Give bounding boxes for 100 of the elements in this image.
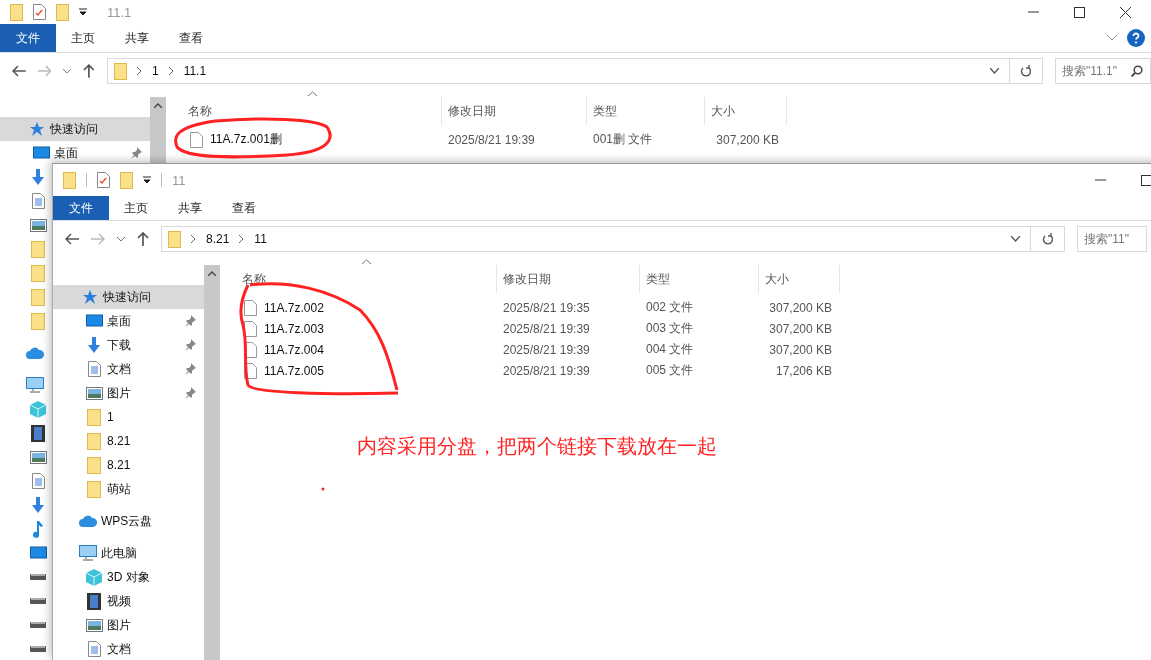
file-icon (190, 131, 203, 148)
picture-icon (29, 450, 47, 464)
cloud-icon (26, 347, 44, 359)
folder-icon (87, 456, 101, 474)
sidebar-item[interactable]: 文档 (53, 357, 204, 381)
column-header[interactable]: 大小 (705, 97, 787, 125)
chevron-down-icon[interactable] (117, 236, 125, 242)
sidebar-item[interactable]: 快速访问 (0, 117, 150, 141)
sidebar-item[interactable]: 图片 (53, 613, 204, 637)
refresh-button[interactable] (1009, 58, 1043, 84)
sidebar-item[interactable]: 桌面 (0, 141, 150, 165)
sidebar-item[interactable]: 3D 对象 (53, 565, 204, 589)
ribbon-tab[interactable]: 查看 (164, 24, 218, 52)
column-header[interactable]: 名称 (166, 97, 442, 125)
up-arrow-icon[interactable] (83, 64, 95, 78)
film-icon (31, 424, 45, 442)
sidebar-item[interactable]: 此电脑 (53, 541, 204, 565)
type-cell-text: 005 文件 (645, 362, 695, 379)
date-cell-text: 2025/8/21 19:39 (502, 363, 591, 378)
sidebar-item[interactable]: 8.21 (53, 429, 204, 453)
file-name[interactable]: 11A.7z.003 (264, 321, 324, 336)
address-bar[interactable]: 8.21 11 (161, 226, 1031, 252)
ribbon-tab[interactable]: 查看 (217, 196, 271, 220)
file-icon (244, 299, 257, 316)
column-header[interactable]: 类型 (640, 265, 759, 293)
close-icon[interactable] (1120, 6, 1131, 18)
sidebar-item[interactable]: 1 (53, 405, 204, 429)
pin-icon[interactable] (184, 315, 196, 327)
breadcrumb-item[interactable]: 8.21 (206, 232, 230, 246)
chevron-down-icon[interactable] (63, 68, 72, 74)
picture-icon (85, 386, 103, 400)
sidebar-item[interactable]: 文档 (53, 637, 204, 660)
chevron-down-icon[interactable] (989, 68, 999, 74)
back-arrow-icon[interactable] (12, 65, 26, 77)
sidebar-item[interactable]: 视频 (53, 589, 204, 613)
folder-icon (87, 480, 101, 498)
cube-icon (30, 400, 46, 418)
refresh-button[interactable] (1031, 226, 1065, 252)
sidebar-item[interactable]: WPS云盘 (53, 509, 204, 533)
breadcrumb-item[interactable]: 11.1 (183, 64, 207, 78)
chevron-down-icon[interactable] (1107, 35, 1117, 41)
file-name[interactable]: 11A.7z.004 (264, 342, 324, 357)
sidebar-item[interactable]: 萌站 (53, 477, 204, 501)
column-header[interactable]: 修改日期 (442, 97, 587, 125)
scroll-up-icon[interactable] (154, 103, 162, 108)
dropdown-icon[interactable] (143, 176, 151, 184)
ribbon-tab[interactable]: 共享 (163, 196, 217, 220)
breadcrumb-item[interactable]: 1 (151, 64, 159, 78)
scrollbar[interactable] (204, 265, 220, 660)
refresh-icon (1042, 232, 1053, 246)
star-icon (29, 121, 45, 137)
pin-icon[interactable] (130, 147, 142, 159)
ribbon-tab[interactable]: 文件 (53, 196, 109, 220)
folder-icon (87, 408, 101, 426)
column-header[interactable]: 修改日期 (497, 265, 640, 293)
file-name[interactable]: 11A.7z.005 (264, 363, 324, 378)
picture-icon (29, 218, 47, 232)
column-header[interactable]: 大小 (759, 265, 840, 293)
chevron-down-icon[interactable] (1011, 236, 1020, 242)
sidebar-item[interactable]: 桌面 (53, 309, 204, 333)
sidebar-item[interactable]: 8.21 (53, 453, 204, 477)
film-icon (87, 592, 101, 610)
pin-icon[interactable] (184, 387, 196, 399)
document-icon (87, 361, 101, 377)
scroll-up-icon[interactable] (208, 271, 216, 276)
pin-icon[interactable] (184, 339, 196, 351)
properties-icon[interactable] (97, 172, 110, 188)
sidebar-item[interactable]: 快速访问 (53, 285, 204, 309)
sidebar-item[interactable]: 下载 (53, 333, 204, 357)
file-name[interactable]: 11A.7z.002 (264, 300, 324, 315)
folder-icon (31, 264, 45, 282)
window-title: 11 (172, 172, 186, 188)
help-icon[interactable] (1127, 29, 1145, 47)
up-arrow-icon[interactable] (137, 232, 149, 246)
file-name[interactable]: 11A.7z.001删 (210, 131, 282, 148)
back-arrow-icon[interactable] (65, 233, 79, 245)
dropdown-icon[interactable] (79, 8, 87, 16)
breadcrumb-item[interactable]: 11 (254, 232, 267, 246)
column-header[interactable]: 类型 (587, 97, 705, 125)
maximize-icon[interactable] (1074, 6, 1085, 18)
pin-icon[interactable] (184, 363, 196, 375)
size-cell-text: 307,200 KB (768, 321, 833, 336)
ribbon-tab[interactable]: 共享 (110, 24, 164, 52)
ribbon-tab[interactable]: 主页 (56, 24, 110, 52)
ribbon-tab[interactable]: 主页 (109, 196, 163, 220)
cube-icon (86, 568, 102, 586)
window-title: 11.1 (107, 4, 132, 20)
sidebar-item[interactable]: 图片 (53, 381, 204, 405)
picture-icon (85, 618, 103, 632)
folder-icon (31, 288, 45, 306)
maximize-icon[interactable] (1141, 174, 1151, 186)
drive-icon (30, 597, 46, 605)
address-bar[interactable]: 1 11.1 (106, 58, 1010, 84)
search-field[interactable]: 搜索"11" (1077, 226, 1147, 252)
folder-icon (31, 240, 45, 258)
type-cell-text: 003 文件 (645, 320, 695, 337)
properties-icon[interactable] (33, 4, 46, 20)
ribbon-tab[interactable]: 文件 (0, 24, 56, 52)
type-cell-text: 004 文件 (645, 341, 695, 358)
search-field[interactable]: 搜索"11.1" (1055, 58, 1151, 84)
